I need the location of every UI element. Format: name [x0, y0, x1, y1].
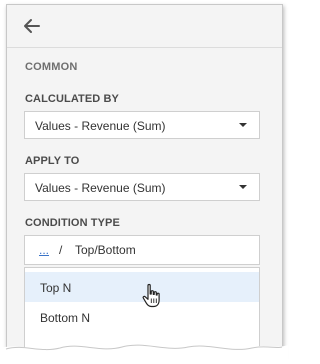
- back-button[interactable]: [21, 15, 43, 37]
- condition-type-label: CONDITION TYPE: [25, 217, 120, 229]
- calculated-by-label: CALCULATED BY: [25, 93, 119, 105]
- apply-to-value: Values - Revenue (Sum): [35, 181, 166, 195]
- calculated-by-select[interactable]: Values - Revenue (Sum): [24, 111, 260, 139]
- breadcrumb-current: Top/Bottom: [75, 243, 136, 257]
- section-title: COMMON: [25, 61, 78, 73]
- chevron-down-icon: [239, 123, 247, 127]
- chevron-down-icon: [239, 185, 247, 189]
- apply-to-select[interactable]: Values - Revenue (Sum): [24, 173, 260, 201]
- calculated-by-value: Values - Revenue (Sum): [35, 119, 166, 133]
- torn-edge: [0, 344, 288, 364]
- breadcrumb-back-link[interactable]: ...: [39, 243, 49, 257]
- panel-header: [7, 5, 282, 48]
- breadcrumb-separator: /: [59, 243, 63, 257]
- list-item-label: Bottom N: [40, 311, 91, 325]
- list-item-label: Top N: [40, 281, 72, 295]
- hand-cursor-icon: [142, 283, 160, 308]
- breadcrumb: ... / Top/Bottom: [24, 235, 260, 265]
- arrow-left-icon: [24, 19, 40, 33]
- apply-to-label: APPLY TO: [25, 155, 80, 167]
